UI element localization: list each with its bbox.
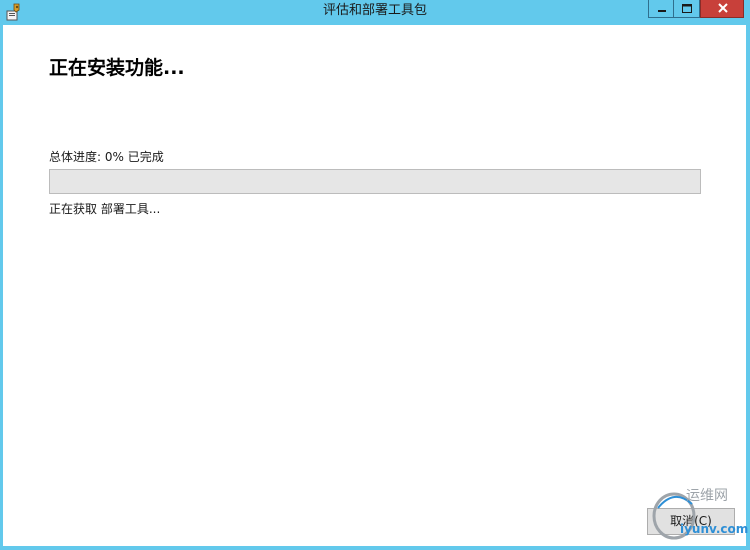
content-area: 正在安装功能... 总体进度: 0% 已完成 正在获取 部署工具... 取消(C…	[3, 25, 746, 546]
progress-bar	[49, 169, 701, 194]
minimize-button[interactable]	[648, 0, 674, 18]
status-text: 正在获取 部署工具...	[49, 202, 161, 216]
cancel-button[interactable]: 取消(C)	[647, 508, 735, 535]
window-title: 评估和部署工具包	[322, 3, 427, 18]
page-title: 正在安装功能...	[49, 57, 185, 79]
maximize-button[interactable]	[674, 0, 700, 18]
title-bar[interactable]: 评估和部署工具包	[0, 0, 750, 24]
installer-window: 评估和部署工具包 正在安装功能... 总体进度: 0% 已完成 正在获取 部署工…	[0, 0, 750, 550]
overall-progress-label: 总体进度: 0% 已完成	[49, 150, 164, 164]
close-button[interactable]	[700, 0, 744, 18]
